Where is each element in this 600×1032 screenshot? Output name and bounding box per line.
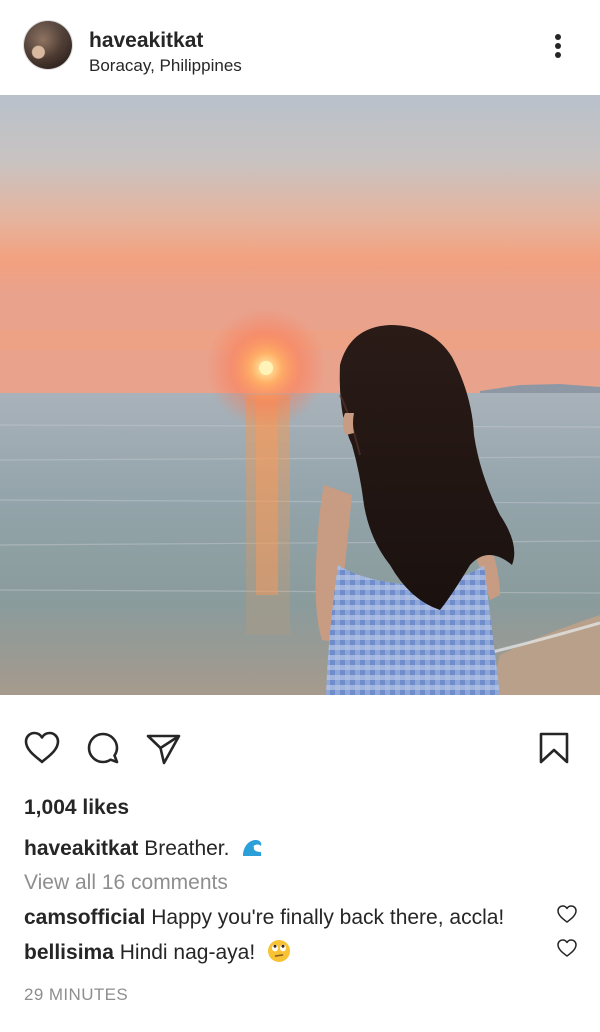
- post-username[interactable]: haveakitkat: [89, 28, 203, 54]
- action-bar: [0, 720, 600, 776]
- more-options-icon: [555, 34, 561, 58]
- comment-username[interactable]: bellisima: [24, 941, 114, 964]
- comment-button[interactable]: [83, 728, 123, 768]
- likes-count[interactable]: 1,004 likes: [24, 795, 129, 821]
- comment-like-button[interactable]: [556, 903, 578, 925]
- more-options-button[interactable]: [540, 28, 576, 64]
- comment-text: Happy you're finally back there, accla!: [151, 906, 505, 929]
- caption-username[interactable]: haveakitkat: [24, 837, 138, 860]
- post-header: haveakitkat Boracay, Philippines: [0, 0, 600, 96]
- avatar[interactable]: [24, 21, 72, 69]
- post-caption: haveakitkat Breather.: [24, 836, 264, 865]
- wave-emoji-icon: [241, 836, 264, 865]
- like-button[interactable]: [22, 728, 62, 768]
- comment-text: Hindi nag-aya!: [119, 941, 256, 964]
- post-page: haveakitkat Boracay, Philippines 1,004 l…: [0, 0, 600, 1032]
- heart-icon: [24, 731, 60, 764]
- face-with-rolling-eyes-emoji-icon: [267, 939, 291, 970]
- caption-text: Breather.: [144, 837, 230, 860]
- comment-item: camsofficial Happy you're finally back t…: [24, 905, 504, 931]
- comment-icon: [87, 732, 119, 764]
- post-timestamp: 29 MINUTES: [24, 985, 129, 1004]
- post-photo[interactable]: [0, 95, 600, 695]
- comment-like-button[interactable]: [556, 937, 578, 959]
- comment-username[interactable]: camsofficial: [24, 906, 145, 929]
- view-all-comments-link[interactable]: View all 16 comments: [24, 870, 228, 896]
- avatar-image: [24, 21, 72, 69]
- comment-item: bellisima Hindi nag-aya!: [24, 939, 291, 970]
- paper-plane-icon: [146, 734, 181, 765]
- sunset-beach-photo: [0, 95, 600, 695]
- heart-icon: [557, 939, 577, 957]
- post-location[interactable]: Boracay, Philippines: [89, 55, 242, 77]
- heart-icon: [557, 905, 577, 923]
- share-button[interactable]: [143, 728, 183, 768]
- save-button[interactable]: [534, 728, 574, 768]
- bookmark-icon: [539, 732, 569, 764]
